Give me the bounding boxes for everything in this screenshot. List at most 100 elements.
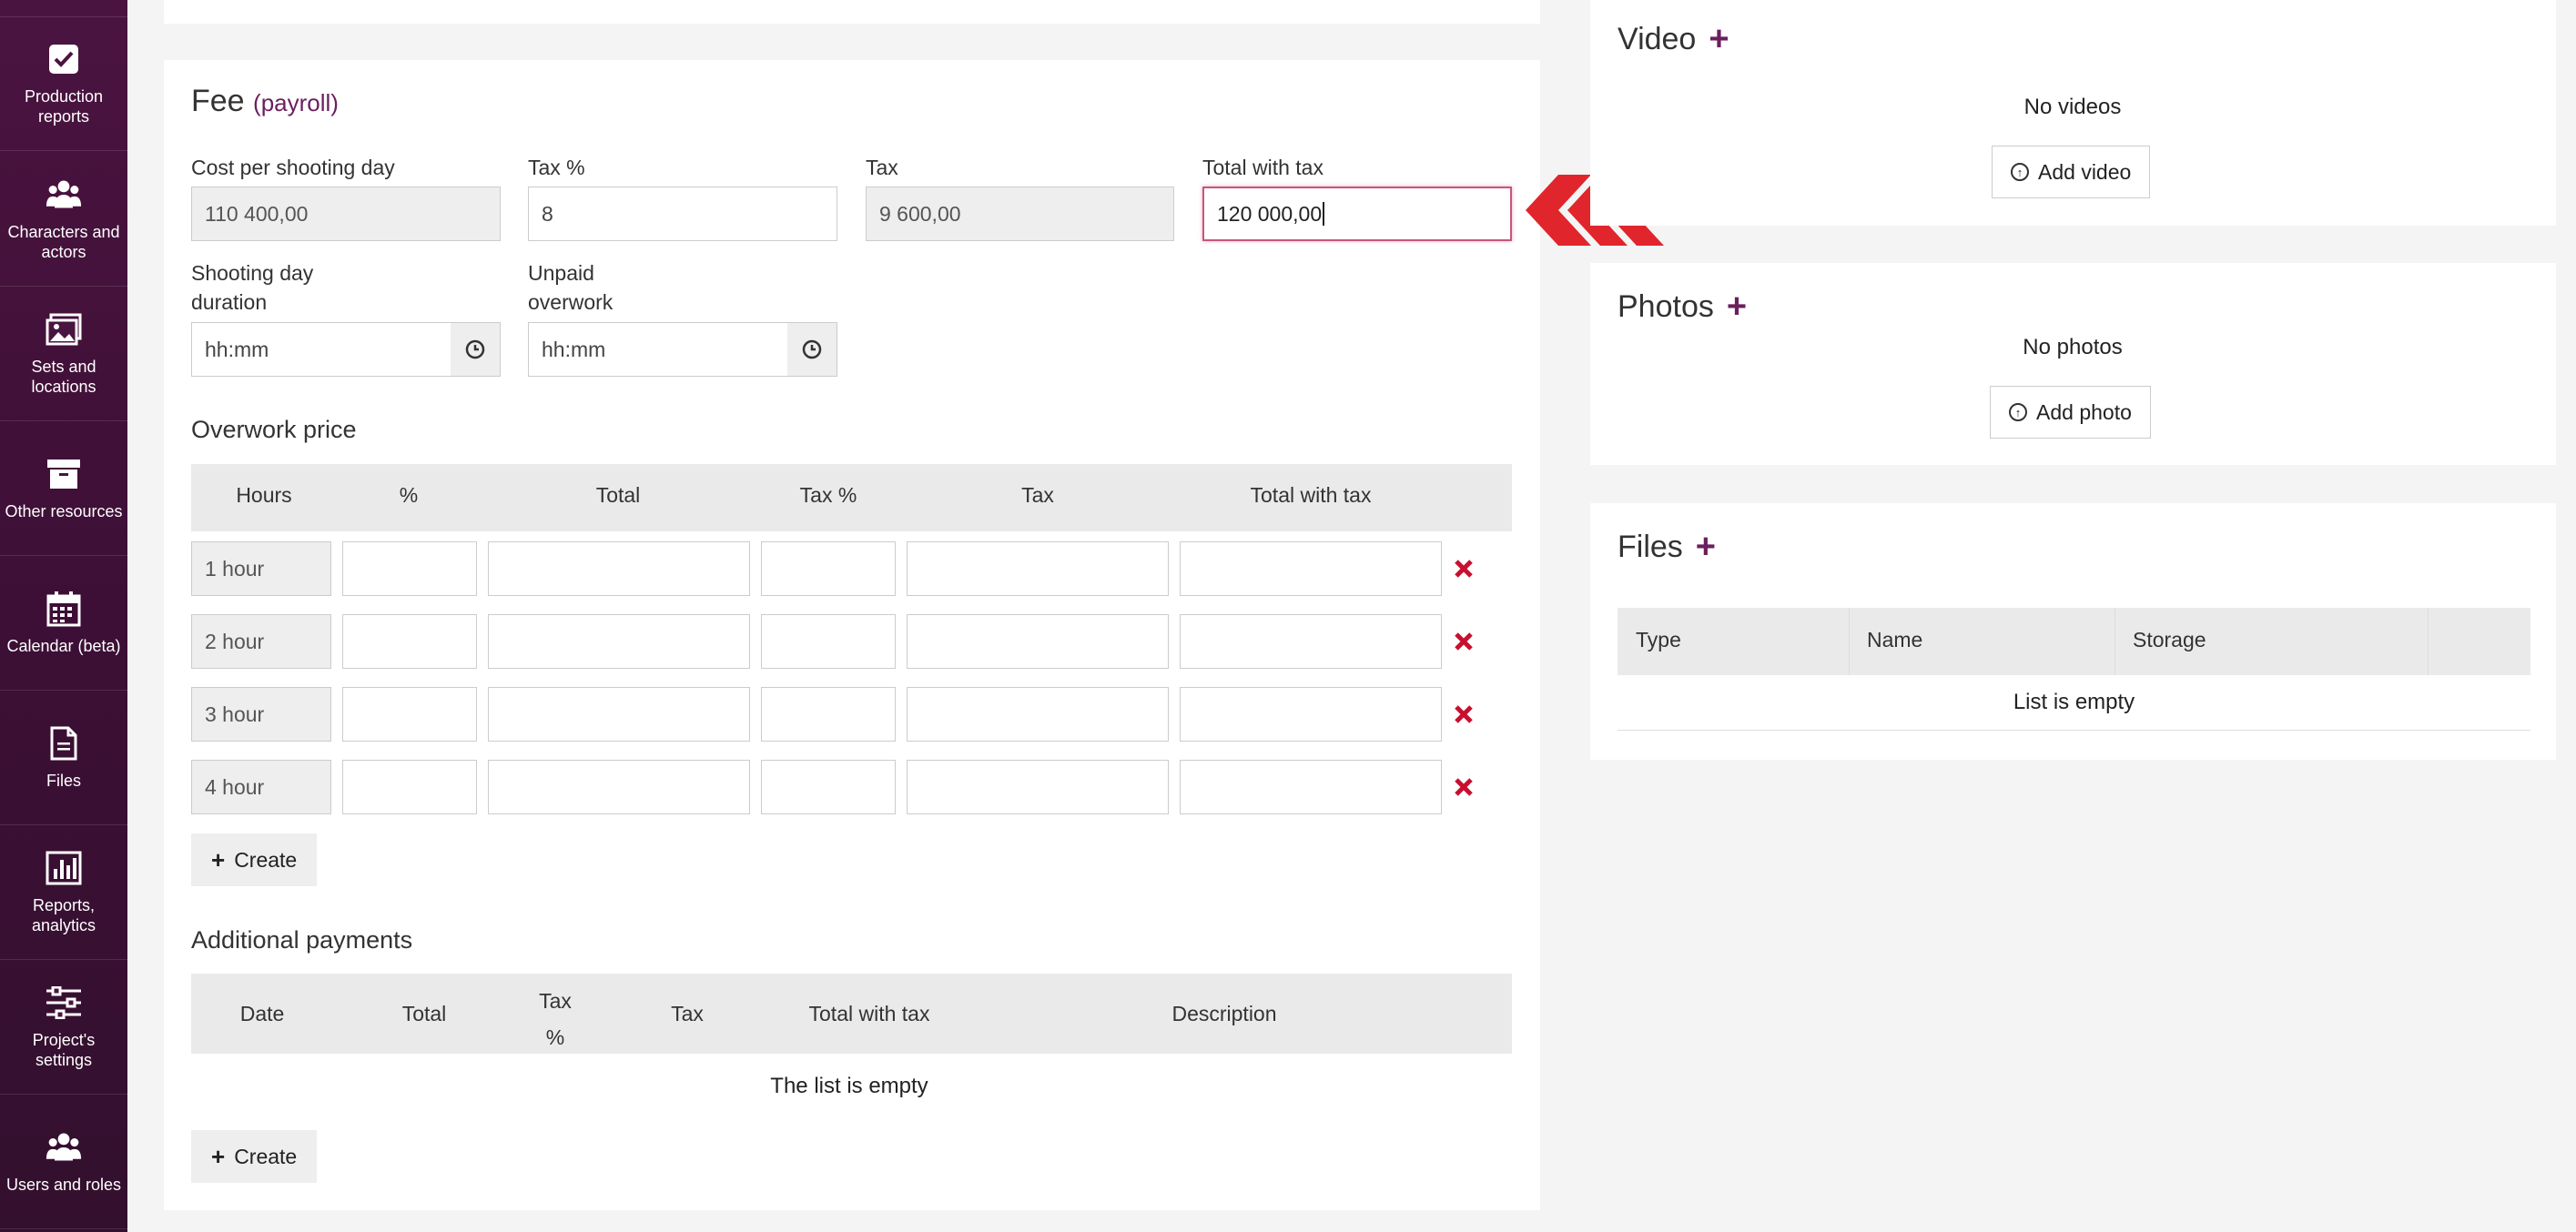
file-icon (46, 725, 82, 762)
photos-empty-message: No photos (2023, 335, 2123, 359)
overwork-tax-pct-input[interactable] (761, 687, 896, 742)
create-additional-payment-button[interactable]: + Create (191, 1130, 318, 1183)
archive-icon (46, 456, 82, 492)
overwork-tax-input[interactable] (907, 687, 1169, 742)
total-with-tax-field[interactable]: 120 000,00 (1202, 187, 1512, 241)
column-header: Total with tax (1250, 483, 1372, 507)
add-photo-plus-icon[interactable]: + (1727, 288, 1747, 327)
unpaid-label-line1: Unpaid (528, 261, 594, 285)
video-empty-message: No videos (2023, 95, 2122, 119)
total-with-tax-value: 120 000,00 (1217, 201, 1323, 226)
clock-icon (802, 339, 822, 359)
files-empty-message: List is empty (2013, 690, 2135, 714)
delete-row-button[interactable] (1453, 703, 1475, 725)
photos-title: Photos + (1618, 288, 1747, 327)
duration-clock-button[interactable] (451, 322, 501, 377)
overwork-total-with-tax-input[interactable] (1180, 760, 1442, 814)
overwork-tax-input[interactable] (907, 541, 1169, 596)
overwork-pct-input[interactable] (342, 760, 477, 814)
sidebar-item-sets-and-locations[interactable]: Sets and locations (0, 287, 127, 421)
overwork-tax-pct-input[interactable] (761, 541, 896, 596)
unpaid-label-line2: overwork (528, 290, 614, 314)
additional-payments-title: Additional payments (191, 926, 413, 954)
sidebar-item-label: Calendar (beta) (6, 636, 121, 655)
text-caret (1323, 202, 1325, 226)
fee-title: Fee (payroll) (191, 84, 339, 119)
overwork-total-with-tax-input[interactable] (1180, 614, 1442, 669)
unpaid-overwork-input[interactable]: hh:mm (528, 322, 788, 377)
overwork-total-input[interactable] (488, 760, 750, 814)
sliders-icon (46, 985, 82, 1021)
add-video-button[interactable]: ↑ Add video (1992, 146, 2151, 198)
files-title-text: Files (1618, 530, 1683, 564)
tax-pct-label: Tax % (528, 156, 585, 179)
sidebar: Production reports Characters and actors… (0, 0, 127, 1232)
overwork-pct-input[interactable] (342, 541, 477, 596)
sidebar-item-label: Project's settings (32, 1030, 96, 1069)
users-icon (46, 177, 82, 213)
video-title: Video + (1618, 20, 1729, 59)
tax-pct-field[interactable]: 8 (528, 187, 837, 241)
add-video-plus-icon[interactable]: + (1709, 20, 1729, 59)
overwork-tax-input[interactable] (907, 760, 1169, 814)
column-header: Total with tax (808, 1002, 930, 1025)
overwork-price-title: Overwork price (191, 416, 357, 443)
upload-icon: ↑ (2009, 403, 2027, 421)
sidebar-item-label: Other resources (5, 501, 123, 520)
overwork-total-input[interactable] (488, 687, 750, 742)
sidebar-item-other-resources[interactable]: Other resources (0, 421, 127, 556)
photos-title-text: Photos (1618, 289, 1714, 324)
video-title-text: Video (1618, 22, 1697, 56)
calendar-icon (46, 591, 82, 627)
unpaid-clock-button[interactable] (787, 322, 837, 377)
column-header: Type (1636, 628, 1681, 651)
checkbox-icon (46, 41, 82, 77)
delete-row-button[interactable] (1453, 558, 1475, 580)
plus-icon: + (211, 845, 226, 874)
files-title: Files + (1618, 528, 1716, 567)
column-header: Tax % (799, 483, 857, 507)
sidebar-item-files[interactable]: Files (0, 691, 127, 825)
create-label: Create (234, 847, 298, 872)
add-file-plus-icon[interactable]: + (1696, 528, 1716, 567)
duration-label-line2: duration (191, 290, 268, 314)
column-divider (1849, 608, 1850, 675)
sidebar-item-label: Sets and locations (31, 357, 96, 396)
total-with-tax-label: Total with tax (1202, 156, 1323, 179)
overwork-total-with-tax-input[interactable] (1180, 687, 1442, 742)
overwork-total-with-tax-input[interactable] (1180, 541, 1442, 596)
sidebar-item-label: Reports, analytics (31, 895, 96, 934)
sidebar-item-users-and-roles[interactable]: Users and roles (0, 1095, 127, 1229)
add-photo-label: Add photo (2036, 399, 2132, 424)
create-label: Create (234, 1144, 298, 1168)
column-header-tax-pct: Tax % (519, 983, 592, 1055)
overwork-tax-pct-input[interactable] (761, 614, 896, 669)
additional-empty-message: The list is empty (770, 1074, 928, 1098)
previous-panel (164, 0, 1540, 24)
column-header: Date (239, 1002, 285, 1025)
overwork-tax-pct-input[interactable] (761, 760, 896, 814)
overwork-pct-input[interactable] (342, 687, 477, 742)
close-icon (1455, 632, 1473, 651)
delete-row-button[interactable] (1453, 631, 1475, 652)
create-overwork-button[interactable]: + Create (191, 833, 318, 886)
column-header: Hours (236, 483, 292, 507)
sidebar-item-calendar[interactable]: Calendar (beta) (0, 556, 127, 691)
overwork-total-input[interactable] (488, 541, 750, 596)
column-header-line2: % (545, 1025, 565, 1049)
upload-icon: ↑ (2011, 163, 2029, 181)
add-photo-button[interactable]: ↑ Add photo (1990, 386, 2151, 439)
shooting-day-duration-input[interactable]: hh:mm (191, 322, 451, 377)
users-icon (46, 1129, 82, 1166)
hours-cell: 1 hour (191, 541, 331, 596)
sidebar-item-projects-settings[interactable]: Project's settings (0, 960, 127, 1095)
sidebar-item-reports-analytics[interactable]: Reports, analytics (0, 825, 127, 960)
overwork-tax-input[interactable] (907, 614, 1169, 669)
tax-label: Tax (866, 156, 898, 179)
close-icon (1455, 705, 1473, 723)
sidebar-item-characters-and-actors[interactable]: Characters and actors (0, 152, 127, 287)
delete-row-button[interactable] (1453, 776, 1475, 798)
overwork-total-input[interactable] (488, 614, 750, 669)
overwork-pct-input[interactable] (342, 614, 477, 669)
sidebar-item-production-reports[interactable]: Production reports (0, 16, 127, 151)
